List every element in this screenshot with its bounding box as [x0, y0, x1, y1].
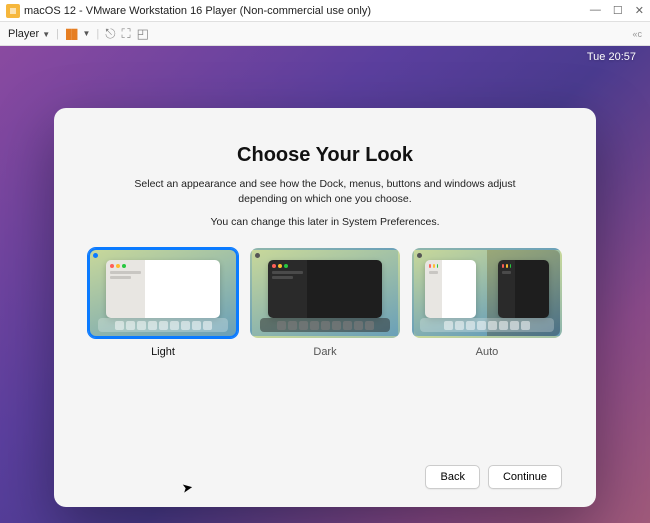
power-dropdown-icon[interactable]: ▼ [82, 29, 90, 38]
preview-dock [98, 318, 228, 332]
continue-button[interactable]: Continue [488, 465, 562, 489]
preview-dock [260, 318, 390, 332]
fullscreen-icon[interactable]: ⛶ [122, 26, 131, 42]
toolbar-right-label: «c [632, 29, 642, 39]
back-button[interactable]: Back [425, 465, 479, 489]
pause-icon[interactable]: ▮▮ [65, 25, 76, 42]
preview-dock [420, 318, 554, 332]
setup-assistant-window: Choose Your Look Select an appearance an… [54, 108, 596, 507]
host-titlebar: macOS 12 - VMware Workstation 16 Player … [0, 0, 650, 22]
macos-menubar: Tue 20:57 [0, 46, 650, 68]
player-menu[interactable]: Player ▼ [8, 28, 50, 40]
dialog-footer: Back Continue [88, 465, 562, 489]
option-label-auto: Auto [476, 346, 499, 358]
guest-desktop: Tue 20:57 Choose Your Look Select an app… [0, 46, 650, 523]
appearance-option-dark[interactable]: Dark [250, 248, 400, 358]
menubar-clock: Tue 20:57 [587, 51, 636, 63]
appearance-option-auto[interactable]: Auto [412, 248, 562, 358]
host-window-title: macOS 12 - VMware Workstation 16 Player … [24, 5, 371, 17]
vmware-app-icon [6, 4, 20, 18]
host-toolbar: Player ▼ | ▮▮ ▼ | ⎋ ⛶ ◰ «c [0, 22, 650, 46]
preview-window [498, 260, 548, 318]
preview-window [425, 260, 475, 318]
minimize-icon[interactable]: — [590, 4, 601, 17]
appearance-options: Light Dark [88, 248, 562, 358]
preview-window [268, 260, 382, 318]
selection-indicator-icon [255, 253, 260, 258]
page-note: You can change this later in System Pref… [88, 216, 562, 228]
preview-window [106, 260, 220, 318]
page-title: Choose Your Look [88, 144, 562, 167]
send-ctrlaltdel-icon[interactable]: ⎋ [105, 26, 115, 42]
close-icon[interactable]: ✕ [635, 4, 644, 17]
selection-indicator-icon [93, 253, 98, 258]
maximize-icon[interactable]: ☐ [613, 4, 623, 17]
appearance-option-light[interactable]: Light [88, 248, 238, 358]
option-label-dark: Dark [313, 346, 336, 358]
unity-icon[interactable]: ◰ [137, 26, 149, 42]
option-label-light: Light [151, 346, 175, 358]
page-subtitle: Select an appearance and see how the Doc… [88, 177, 562, 206]
